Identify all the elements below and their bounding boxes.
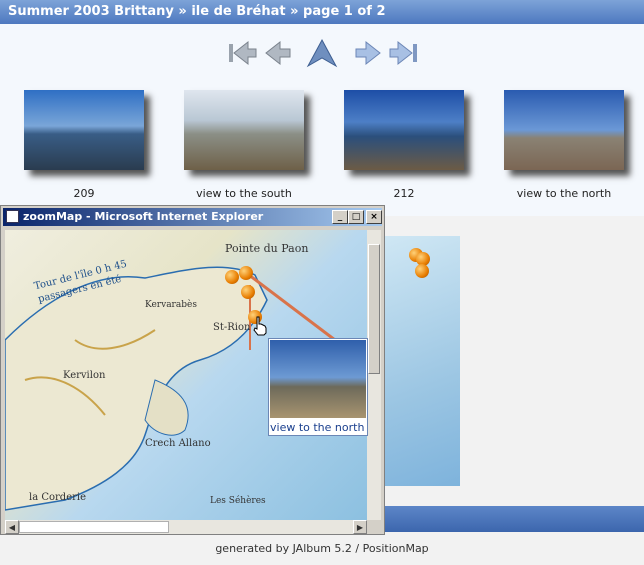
breadcrumb-title[interactable]: Summer 2003 Brittany » ile de Bréhat » p…: [8, 0, 386, 24]
thumbnail-caption[interactable]: 212: [329, 187, 479, 200]
map-label: Pointe du Paon: [225, 242, 309, 255]
thumbnail-caption[interactable]: view to the south: [169, 187, 319, 200]
vertical-scroll-thumb[interactable]: [368, 244, 380, 374]
first-page-icon[interactable]: [226, 38, 258, 68]
up-icon[interactable]: [306, 38, 338, 68]
ie-icon: [6, 210, 19, 223]
bottom-bar: [380, 506, 644, 532]
horizontal-scrollbar[interactable]: ◀ ▶: [5, 520, 367, 534]
scroll-left-icon[interactable]: ◀: [5, 520, 19, 534]
horizontal-scroll-thumb[interactable]: [19, 521, 169, 533]
thumbnail-image[interactable]: [184, 90, 304, 170]
previous-page-icon[interactable]: [262, 38, 294, 68]
scroll-right-icon[interactable]: ▶: [353, 520, 367, 534]
map-label: Les Séhères: [210, 496, 266, 506]
maximize-button[interactable]: □: [348, 210, 364, 224]
map-marker[interactable]: [225, 270, 239, 284]
map-label: Kervilon: [63, 370, 106, 381]
next-page-icon[interactable]: [352, 38, 384, 68]
thumbnail-image[interactable]: [504, 90, 624, 170]
map-label: la Corderie: [29, 492, 87, 503]
hand-cursor-icon: [253, 316, 267, 336]
thumbnail-image[interactable]: [24, 90, 144, 170]
popup-caption[interactable]: view to the north: [270, 421, 364, 434]
map-label: Kervarabès: [145, 300, 197, 310]
window-title: zoomMap - Microsoft Internet Explorer: [23, 210, 264, 223]
map-marker[interactable]: [241, 285, 255, 299]
map-label: St-Rion: [213, 322, 251, 333]
background-map-preview[interactable]: [385, 236, 460, 486]
window-titlebar[interactable]: zoomMap - Microsoft Internet Explorer _ …: [3, 208, 382, 226]
thumbnail-caption[interactable]: view to the north: [489, 187, 639, 200]
thumbnail-image[interactable]: [344, 90, 464, 170]
map-marker[interactable]: [239, 266, 253, 280]
thumbnail-caption[interactable]: 209: [9, 187, 159, 200]
map-label: Crech Allano: [145, 438, 211, 449]
footer-credit: generated by JAlbum 5.2 / PositionMap: [215, 542, 429, 555]
last-page-icon[interactable]: [388, 38, 420, 68]
map-marker[interactable]: [415, 264, 429, 278]
popup-photo[interactable]: [270, 340, 366, 418]
photo-popup[interactable]: view to the north: [268, 338, 368, 436]
close-button[interactable]: ×: [366, 210, 382, 224]
minimize-button[interactable]: _: [332, 210, 348, 224]
vertical-scrollbar[interactable]: [367, 230, 381, 520]
gallery-header: Summer 2003 Brittany » ile de Bréhat » p…: [0, 0, 644, 24]
